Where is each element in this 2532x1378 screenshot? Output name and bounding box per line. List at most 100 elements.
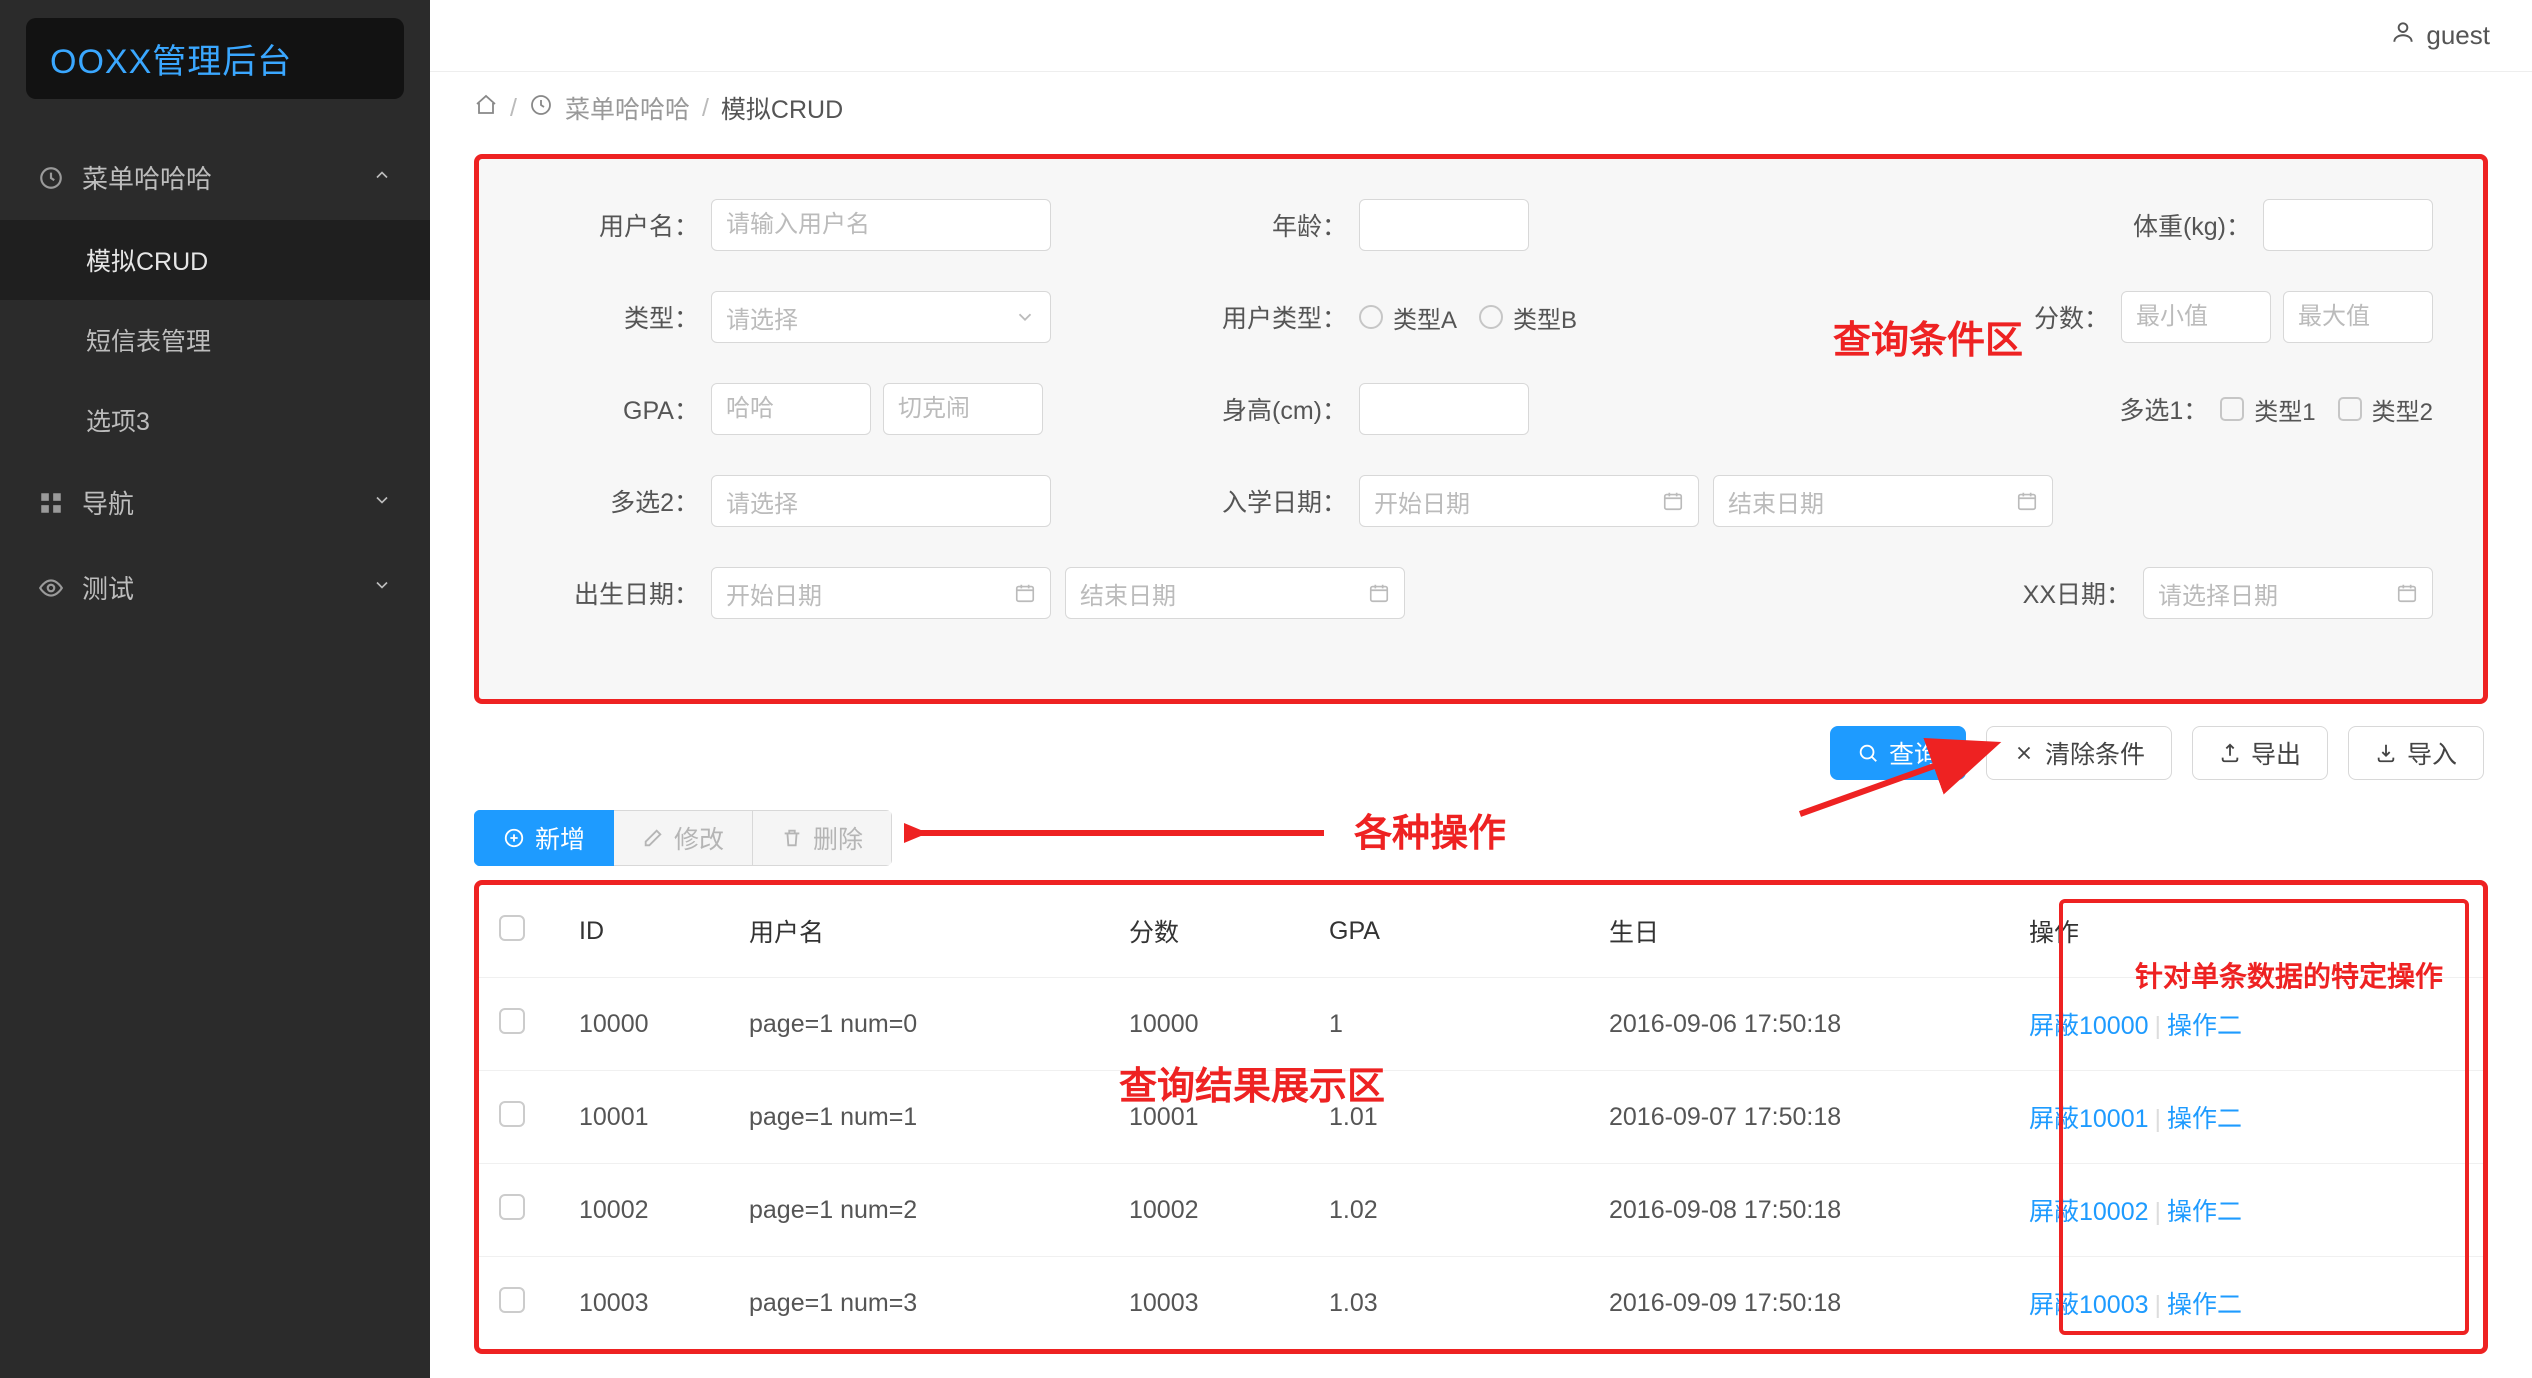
sidebar-menu-3[interactable]: 测试	[0, 545, 430, 630]
table-row: 10001page=1 num=1100011.012016-09-07 17:…	[479, 1071, 2483, 1164]
edit-button[interactable]: 修改	[614, 810, 753, 866]
cell-gpa: 1.02	[1309, 1164, 1589, 1257]
input-score-min[interactable]	[2121, 291, 2271, 343]
checkbox-all[interactable]	[499, 915, 525, 941]
sidebar-item-crud[interactable]: 模拟CRUD	[0, 220, 430, 300]
breadcrumb: / 菜单哈哈哈 / 模拟CRUD	[430, 72, 2532, 144]
cell-user: page=1 num=1	[729, 1071, 1109, 1164]
radio-usertype-a[interactable]: 类型A	[1359, 300, 1457, 335]
row-checkbox[interactable]	[499, 1101, 525, 1127]
date-enroll-start[interactable]: 开始日期	[1359, 475, 1699, 527]
arrow-icon	[904, 808, 1334, 858]
export-icon	[2219, 742, 2241, 764]
cell-user: page=1 num=0	[729, 978, 1109, 1071]
row-op-1[interactable]: 屏蔽10001	[2029, 1105, 2149, 1133]
input-username[interactable]	[711, 199, 1051, 251]
table-row: 10002page=1 num=2100021.022016-09-08 17:…	[479, 1164, 2483, 1257]
annotation-result-area: 查询结果展示区	[1119, 1055, 1385, 1110]
row-op-1[interactable]: 屏蔽10000	[2029, 1012, 2149, 1040]
input-gpa-1[interactable]	[711, 383, 871, 435]
cell-id: 10003	[559, 1257, 729, 1350]
label-weight: 体重(kg)：	[2081, 207, 2251, 243]
sidebar-item-sms[interactable]: 短信表管理	[0, 300, 430, 380]
import-icon	[2375, 742, 2397, 764]
row-checkbox[interactable]	[499, 1287, 525, 1313]
date-birth-end[interactable]: 结束日期	[1065, 567, 1405, 619]
cell-id: 10000	[559, 978, 729, 1071]
cell-birth: 2016-09-09 17:50:18	[1589, 1257, 2009, 1350]
cell-birth: 2016-09-07 17:50:18	[1589, 1071, 2009, 1164]
clear-button[interactable]: 清除条件	[1986, 726, 2172, 780]
cell-birth: 2016-09-08 17:50:18	[1589, 1164, 2009, 1257]
row-op-1[interactable]: 屏蔽10002	[2029, 1198, 2149, 1226]
add-button[interactable]: 新增	[474, 810, 614, 866]
import-button[interactable]: 导入	[2348, 726, 2484, 780]
col-id: ID	[559, 885, 729, 978]
row-checkbox[interactable]	[499, 1008, 525, 1034]
chevron-down-icon	[1014, 306, 1036, 328]
annotation-row-ops: 针对单条数据的特定操作	[2135, 955, 2443, 995]
date-enroll-end[interactable]: 结束日期	[1713, 475, 2053, 527]
cell-id: 10002	[559, 1164, 729, 1257]
date-xx[interactable]: 请选择日期	[2143, 567, 2433, 619]
eye-icon	[38, 575, 64, 601]
sidebar: OOXX管理后台 菜单哈哈哈 模拟CRUD 短信表管理 选项3	[0, 0, 430, 1378]
user-name: guest	[2426, 20, 2490, 51]
sidebar-item-opt3[interactable]: 选项3	[0, 380, 430, 460]
checkbox-type1[interactable]: 类型1	[2220, 392, 2315, 427]
col-user: 用户名	[729, 885, 1109, 978]
row-op-2[interactable]: 操作二	[2167, 1012, 2242, 1040]
sidebar-menu-1[interactable]: 菜单哈哈哈	[0, 135, 430, 220]
select-type-placeholder: 请选择	[726, 300, 798, 335]
cell-ops: 屏蔽10003|操作二	[2009, 1257, 2483, 1350]
trash-icon	[781, 827, 803, 849]
edit-icon	[642, 827, 664, 849]
row-op-1[interactable]: 屏蔽10003	[2029, 1291, 2149, 1319]
checkbox-type2[interactable]: 类型2	[2338, 392, 2433, 427]
calendar-icon	[2396, 582, 2418, 604]
delete-button[interactable]: 删除	[753, 810, 892, 866]
input-weight[interactable]	[2263, 199, 2433, 251]
select-multi2[interactable]: 请选择	[711, 475, 1051, 527]
grid-icon	[38, 490, 64, 516]
user-menu[interactable]: guest	[2390, 19, 2490, 52]
input-height[interactable]	[1359, 383, 1529, 435]
annotation-ops-area: 各种操作	[1354, 802, 1506, 857]
clock-icon	[529, 93, 553, 124]
date-birth-start[interactable]: 开始日期	[711, 567, 1051, 619]
row-checkbox[interactable]	[499, 1194, 525, 1220]
row-op-2[interactable]: 操作二	[2167, 1198, 2242, 1226]
label-multi1: 多选1：	[2108, 391, 2208, 427]
user-icon	[2390, 19, 2416, 52]
label-enroll: 入学日期：	[1177, 483, 1347, 519]
results-panel: 针对单条数据的特定操作 ID 用户名 分数 GPA 生日	[474, 880, 2488, 1354]
breadcrumb-menu[interactable]: 菜单哈哈哈	[565, 90, 690, 126]
brand: OOXX管理后台	[26, 18, 404, 99]
col-birth: 生日	[1589, 885, 2009, 978]
sidebar-menu-2[interactable]: 导航	[0, 460, 430, 545]
topbar: guest	[430, 0, 2532, 72]
breadcrumb-page: 模拟CRUD	[721, 90, 843, 126]
cell-score: 10002	[1109, 1164, 1309, 1257]
radio-usertype-b[interactable]: 类型B	[1479, 300, 1577, 335]
label-age: 年龄：	[1177, 207, 1347, 243]
row-op-2[interactable]: 操作二	[2167, 1105, 2242, 1133]
crud-bar: 新增 修改 删除	[474, 810, 892, 866]
input-gpa-2[interactable]	[883, 383, 1043, 435]
sidebar-menu-1-label: 菜单哈哈哈	[82, 159, 212, 196]
plus-circle-icon	[503, 827, 525, 849]
col-gpa: GPA	[1309, 885, 1589, 978]
label-height: 身高(cm)：	[1177, 391, 1347, 427]
select-type[interactable]: 请选择	[711, 291, 1051, 343]
home-icon[interactable]	[474, 93, 498, 124]
search-button[interactable]: 查询	[1830, 726, 1966, 780]
col-score: 分数	[1109, 885, 1309, 978]
sidebar-menu-3-label: 测试	[82, 569, 134, 606]
row-op-2[interactable]: 操作二	[2167, 1291, 2242, 1319]
cell-ops: 屏蔽10002|操作二	[2009, 1164, 2483, 1257]
export-button[interactable]: 导出	[2192, 726, 2328, 780]
table-row: 10003page=1 num=3100031.032016-09-09 17:…	[479, 1257, 2483, 1350]
input-score-max[interactable]	[2283, 291, 2433, 343]
cell-id: 10001	[559, 1071, 729, 1164]
input-age[interactable]	[1359, 199, 1529, 251]
